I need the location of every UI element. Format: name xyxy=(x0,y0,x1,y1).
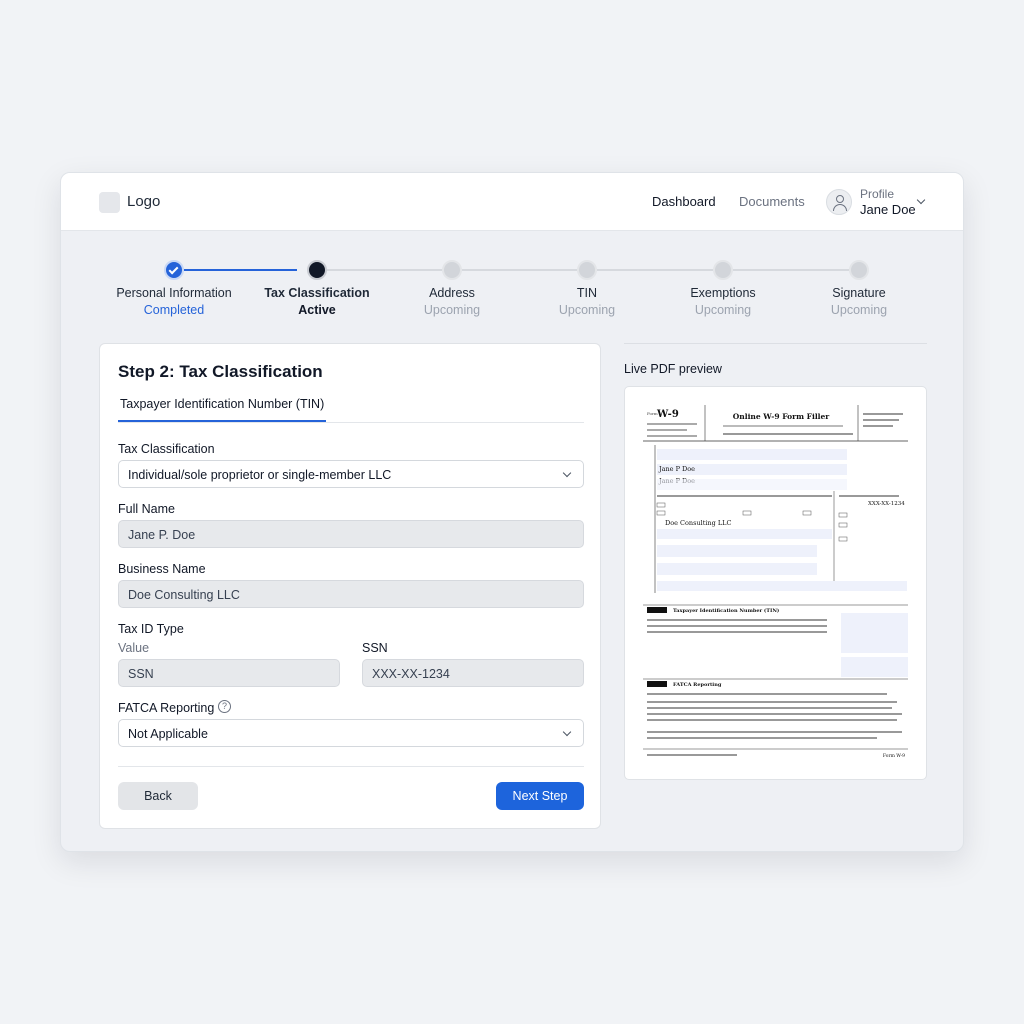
step-status-tin: Upcoming xyxy=(558,303,616,317)
full-name-label: Full Name xyxy=(118,502,175,516)
step-tax-classification-dot[interactable] xyxy=(307,260,327,280)
pdf-name-value: Jane P Doe xyxy=(658,465,695,473)
tax-classification-label: Tax Classification xyxy=(118,442,215,456)
logo-icon xyxy=(99,192,120,213)
avatar[interactable] xyxy=(826,189,852,215)
ssn-label: SSN xyxy=(362,641,388,655)
chevron-down-icon[interactable] xyxy=(916,195,926,205)
tax-classification-value: Individual/sole proprietor or single-mem… xyxy=(128,468,392,482)
next-step-button[interactable]: Next Step xyxy=(496,782,584,810)
progress-stepper: Personal Information Completed Tax Class… xyxy=(61,231,963,331)
value-sublabel: Value xyxy=(118,641,150,655)
pdf-preview-page[interactable]: Form W-9 Online W-9 Form Filler Jane P D… xyxy=(643,405,908,763)
tax-id-type-field[interactable]: SSN xyxy=(118,659,340,687)
tab-divider xyxy=(118,422,584,423)
step-connector xyxy=(733,269,849,271)
step-status-address: Upcoming xyxy=(423,303,481,317)
chevron-down-icon xyxy=(562,727,572,737)
step-personal-information-dot[interactable] xyxy=(164,260,184,280)
full-name-field[interactable]: Jane P. Doe xyxy=(118,520,584,548)
ssn-field[interactable]: XXX-XX-1234 xyxy=(362,659,584,687)
pdf-preview-panel: Form W-9 Online W-9 Form Filler Jane P D… xyxy=(624,386,927,780)
tax-classification-form: Step 2: Tax Classification Taxpayer Iden… xyxy=(99,343,601,829)
user-icon xyxy=(836,195,844,203)
business-name-field[interactable]: Doe Consulting LLC xyxy=(118,580,584,608)
step-label-personal-information[interactable]: Personal Information xyxy=(99,286,249,300)
step-connector-done xyxy=(184,269,297,271)
top-navigation-bar: Logo Dashboard Documents Profile Jane Do… xyxy=(61,173,963,231)
profile-label[interactable]: Profile xyxy=(860,187,894,201)
checkmark-icon xyxy=(168,264,179,275)
step-tin-dot xyxy=(577,260,597,280)
step-connector xyxy=(327,269,442,271)
business-name-label: Business Name xyxy=(118,562,206,576)
pdf-footer: Form W-9 xyxy=(883,753,905,759)
step-label-tax-classification[interactable]: Tax Classification xyxy=(242,286,392,300)
pdf-part2-title: FATCA Reporting xyxy=(673,682,722,688)
step-status-signature: Upcoming xyxy=(830,303,888,317)
tax-classification-select[interactable]: Individual/sole proprietor or single-mem… xyxy=(118,460,584,488)
form-footer-divider xyxy=(118,766,584,767)
step-status-exemptions: Upcoming xyxy=(694,303,752,317)
back-button[interactable]: Back xyxy=(118,782,198,810)
pdf-title: Online W-9 Form Filler xyxy=(733,412,831,421)
fatca-reporting-select[interactable]: Not Applicable xyxy=(118,719,584,747)
fatca-reporting-label: FATCA Reporting xyxy=(118,701,215,715)
chevron-down-icon xyxy=(562,468,572,478)
profile-name[interactable]: Jane Doe xyxy=(860,202,916,217)
step-label-tin: TIN xyxy=(576,286,598,300)
tab-active-indicator xyxy=(118,420,326,422)
tab-tin[interactable]: Taxpayer Identification Number (TIN) xyxy=(120,397,324,411)
nav-documents[interactable]: Documents xyxy=(739,194,805,209)
step-label-signature: Signature xyxy=(832,286,886,300)
step-signature-dot xyxy=(849,260,869,280)
step-label-address: Address xyxy=(429,286,475,300)
form-title: Step 2: Tax Classification xyxy=(118,362,323,381)
step-label-exemptions: Exemptions xyxy=(690,286,756,300)
step-connector xyxy=(462,269,577,271)
step-address-dot xyxy=(442,260,462,280)
help-icon[interactable]: ? xyxy=(218,700,231,713)
step-connector xyxy=(597,269,713,271)
logo-text[interactable]: Logo xyxy=(127,193,160,210)
step-exemptions-dot xyxy=(713,260,733,280)
preview-label: Live PDF preview xyxy=(624,362,722,376)
w9-form-preview: Form W-9 Online W-9 Form Filler Jane P D… xyxy=(643,405,908,763)
pdf-business-value: Doe Consulting LLC xyxy=(665,519,731,527)
fatca-reporting-value: Not Applicable xyxy=(128,727,208,741)
pdf-form-id: W-9 xyxy=(656,409,679,420)
nav-dashboard[interactable]: Dashboard xyxy=(652,194,716,209)
pdf-tin-value: XXX-XX-1234 xyxy=(868,501,905,507)
divider xyxy=(624,343,927,344)
step-status-tax-classification: Active xyxy=(298,303,336,317)
tax-id-type-label: Tax ID Type xyxy=(118,622,184,636)
step-status-personal-information: Completed xyxy=(143,303,205,317)
pdf-part1-title: Taxpayer Identification Number (TIN) xyxy=(673,607,779,614)
app-window: Logo Dashboard Documents Profile Jane Do… xyxy=(60,172,964,852)
